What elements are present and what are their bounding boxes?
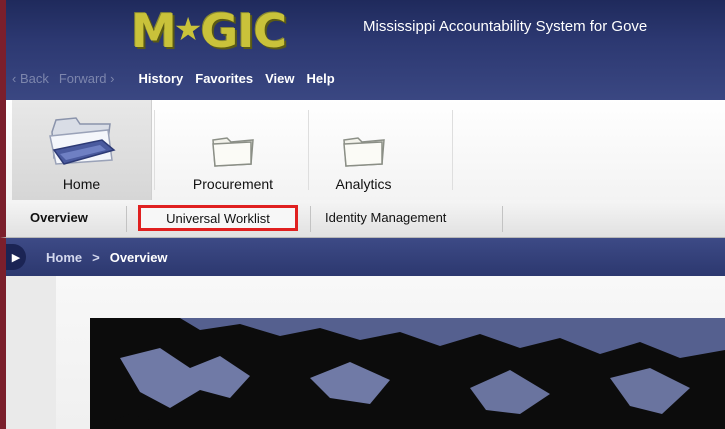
detailed-navigation-tabs: Overview Universal Worklist Identity Man… [0, 200, 725, 238]
tab-overview[interactable]: Overview [30, 210, 88, 225]
workcenter-procurement-label: Procurement [192, 176, 274, 192]
tab-universal-worklist-label: Universal Worklist [166, 210, 270, 226]
menu-help[interactable]: Help [306, 71, 334, 86]
menu-view[interactable]: View [265, 71, 294, 86]
home-folder-icon [48, 117, 116, 165]
star-icon: ★ [173, 11, 203, 47]
breadcrumb-separator: > [92, 249, 100, 265]
workcenter-home-label: Home [62, 176, 101, 192]
portal-window: M ★ GIC Mississippi Accountability Syste… [0, 0, 725, 429]
app-title: Mississippi Accountability System for Go… [363, 18, 648, 35]
menu-history[interactable]: History [138, 71, 183, 86]
menu-favorites[interactable]: Favorites [195, 71, 253, 86]
tab-separator [502, 206, 503, 232]
map-silhouette [90, 318, 725, 429]
breadcrumb-home[interactable]: Home [46, 250, 82, 265]
navigation-panel-toggle[interactable]: ▶ [6, 244, 26, 270]
folder-icon [212, 137, 254, 167]
workcenter-procurement[interactable]: Procurement [158, 100, 308, 200]
logo-text-right: GIC [200, 4, 287, 58]
tab-identity-management[interactable]: Identity Management [325, 210, 446, 225]
workcenter-analytics[interactable]: Analytics [311, 100, 416, 200]
divider [452, 110, 453, 190]
tab-separator [126, 206, 127, 232]
magic-logo: M ★ GIC [131, 6, 353, 56]
workcenter-home[interactable]: Home [12, 100, 152, 200]
back-button[interactable]: ‹ Back [12, 71, 49, 86]
forward-button[interactable]: Forward › [59, 71, 115, 86]
menu-bar: ‹ Back Forward › History Favorites View … [12, 64, 347, 92]
folder-icon [342, 137, 385, 167]
triangle-right-icon: ▶ [11, 251, 21, 264]
breadcrumb: ▶ Home > Overview [0, 238, 725, 276]
breadcrumb-current: Overview [109, 249, 168, 265]
header-bar: M ★ GIC Mississippi Accountability Syste… [0, 0, 725, 100]
tab-separator [310, 206, 311, 232]
divider [154, 110, 155, 190]
logo-text-left: M [131, 4, 177, 58]
work-center-strip: Home Procurement Analytics [0, 100, 725, 200]
workcenter-analytics-label: Analytics [335, 176, 392, 192]
tab-universal-worklist[interactable]: Universal Worklist [138, 205, 298, 231]
map-image [90, 318, 725, 429]
divider [308, 110, 309, 190]
